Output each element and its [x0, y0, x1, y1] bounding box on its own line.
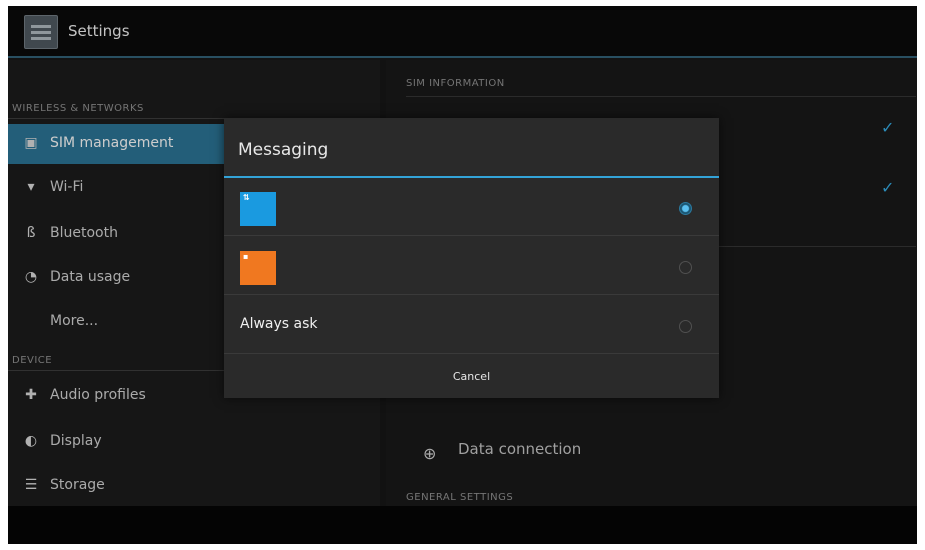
dialog-title: Messaging [238, 140, 329, 160]
cancel-button[interactable]: Cancel [224, 356, 719, 398]
sim-2-icon: ▪ [240, 251, 276, 285]
sim-1-mark: ⇅ [243, 193, 250, 202]
option-sim-2[interactable]: ▪ [224, 237, 719, 295]
option-always-ask[interactable]: Always ask [224, 296, 719, 354]
sim-2-mark: ▪ [243, 252, 249, 261]
option-sim-1[interactable]: ⇅ [224, 178, 719, 236]
sim-1-icon: ⇅ [240, 192, 276, 226]
radio-button[interactable] [679, 261, 692, 274]
option-label: Always ask [240, 316, 318, 332]
radio-button[interactable] [679, 320, 692, 333]
radio-button[interactable] [679, 202, 692, 215]
messaging-sim-dialog: Messaging ⇅ ▪ Always ask Cancel [224, 118, 719, 398]
settings-screen: Settings WIRELESS & NETWORKS ▣ SIM manag… [8, 6, 917, 544]
